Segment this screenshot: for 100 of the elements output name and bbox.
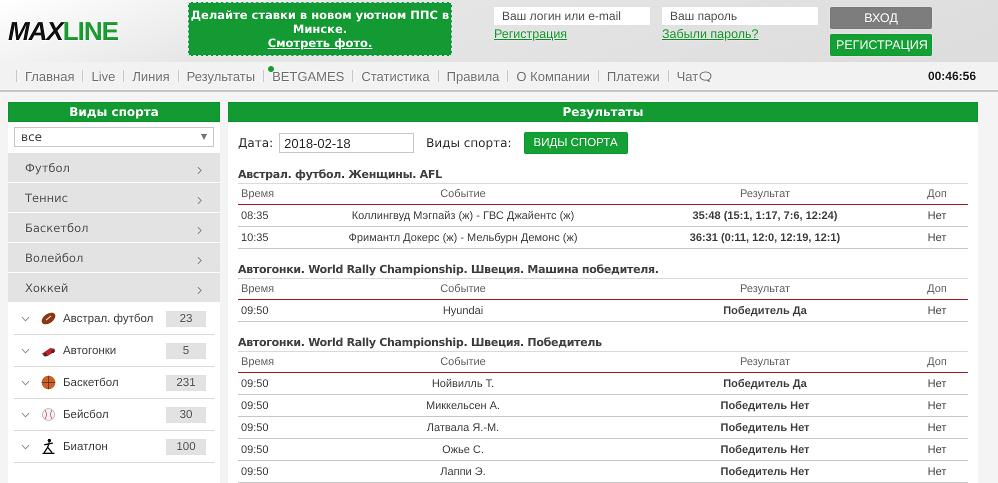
column-header: Результат — [624, 184, 906, 204]
category-item[interactable]: Теннис — [8, 183, 220, 213]
chevron-down-icon — [21, 316, 30, 322]
chevron-right-icon — [197, 166, 202, 175]
table-cell: Нет — [906, 300, 968, 322]
chevron-down-icon — [21, 380, 30, 386]
table-cell: Нет — [906, 204, 968, 226]
nav-link[interactable]: Правила — [446, 68, 500, 84]
table-cell: 09:50 — [238, 416, 302, 438]
date-field[interactable]: 2018-02-18 — [279, 133, 414, 153]
promo-link[interactable]: Смотреть фото. — [189, 36, 451, 50]
table-cell: Нет — [906, 394, 968, 416]
nav-link[interactable]: Результаты — [186, 68, 256, 84]
baseball-icon — [40, 406, 57, 423]
table-cell: Латвала Я.-М. — [302, 416, 624, 438]
table-cell: Hyundai — [302, 300, 624, 322]
chevron-right-icon — [197, 256, 202, 265]
section-title: Автогонки. World Rally Championship. Швеция. Машина победителя. — [238, 263, 968, 279]
table-cell: Фримантл Докерс (ж) - Мельбурн Демонс (ж) — [302, 226, 624, 248]
count-badge: 100 — [166, 438, 206, 454]
sports-button[interactable]: ВИДЫ СПОРТА — [524, 132, 628, 154]
rugby-ball-icon — [40, 310, 57, 327]
table-cell: Победитель Нет — [624, 438, 906, 460]
login-button[interactable]: ВХОД — [830, 6, 932, 28]
promo-text: Делайте ставки в новом уютном ППС в Минске. — [190, 8, 450, 36]
table-cell: Нет — [906, 226, 968, 248]
table-cell: Нет — [906, 372, 968, 394]
table-cell: Победитель Нет — [624, 460, 906, 482]
category-item[interactable]: Волейбол — [8, 243, 220, 273]
clock: 00:46:56 — [928, 69, 976, 83]
table-cell: 09:50 — [238, 460, 302, 482]
column-header: Событие — [302, 352, 624, 372]
table-cell: Нет — [906, 438, 968, 460]
chevron-right-icon — [197, 196, 202, 205]
column-header: Результат — [624, 279, 906, 300]
table-cell: Победитель Нет — [624, 416, 906, 438]
logo[interactable]: MAXLINE — [8, 18, 178, 44]
table-cell: Коллингвуд Мэгпайз (ж) - ГВС Джайентс (ж) — [302, 204, 624, 226]
table-cell: 09:50 — [238, 300, 302, 322]
column-header: Доп — [906, 279, 968, 300]
skier-icon — [40, 438, 57, 455]
count-badge: 30 — [166, 406, 206, 422]
table-cell: Нет — [906, 460, 968, 482]
chevron-right-icon — [197, 286, 202, 295]
column-header: Время — [238, 184, 302, 204]
nav-link[interactable]: Live — [91, 68, 116, 84]
table-cell: 09:50 — [238, 372, 302, 394]
column-header: Результат — [624, 352, 906, 372]
chat-bubble-icon — [699, 70, 712, 82]
chevron-down-icon — [21, 444, 30, 450]
column-header: Доп — [906, 352, 968, 372]
forgot-password-link[interactable]: Забыли пароль? — [662, 26, 818, 40]
table-cell: 36:31 (0:11, 12:0, 12:19, 12:1) — [624, 226, 906, 248]
column-header: Доп — [906, 184, 968, 204]
date-label: Дата: — [238, 136, 274, 150]
table-cell: 08:35 — [238, 204, 302, 226]
category-item[interactable]: Хоккей — [8, 273, 220, 303]
sport-item[interactable]: Автогонки 5 — [14, 335, 214, 367]
login-field[interactable]: Ваш логин или e-mail — [494, 6, 650, 24]
sport-item[interactable]: Бейсбол 30 — [14, 399, 214, 431]
panel-title: Результаты — [228, 102, 978, 122]
sport-item[interactable]: Австрал. футбол 23 — [14, 303, 214, 335]
column-header: Событие — [302, 184, 624, 204]
nav-link[interactable]: Главная — [25, 68, 74, 84]
table-cell: Ожье С. — [302, 438, 624, 460]
chevron-right-icon — [197, 226, 202, 235]
table-cell: Победитель Да — [624, 372, 906, 394]
register-link[interactable]: Регистрация — [494, 26, 650, 40]
sport-item[interactable]: Баскетбол 231 — [14, 367, 214, 399]
count-badge: 5 — [166, 342, 206, 358]
table-cell: Победитель Да — [624, 300, 906, 322]
category-item[interactable]: Баскетбол — [8, 213, 220, 243]
nav-link[interactable]: Чат — [676, 68, 712, 84]
nav-link[interactable]: Платежи — [606, 68, 660, 84]
new-dot-icon — [268, 66, 274, 72]
sport-item[interactable]: Биатлон 100 — [14, 431, 214, 463]
table-cell: 35:48 (15:1, 1:17, 7:6, 12:24) — [624, 204, 906, 226]
nav-link[interactable]: BETGAMES — [272, 68, 344, 84]
table-cell: Победитель Нет — [624, 394, 906, 416]
count-badge: 231 — [166, 374, 206, 390]
nav-link[interactable]: Статистика — [361, 68, 430, 84]
table-cell: 09:50 — [238, 438, 302, 460]
column-header: Время — [238, 352, 302, 372]
nav-link[interactable]: О Компании — [516, 68, 590, 84]
password-field[interactable]: Ваш пароль — [662, 6, 818, 24]
basketball-icon — [40, 374, 57, 391]
sport-filter-dropdown[interactable]: все — [14, 127, 214, 147]
section-title: Австрал. футбол. Женщины. AFL — [238, 168, 968, 184]
table-cell: Нойвилль Т. — [302, 372, 624, 394]
chevron-down-icon — [21, 412, 30, 418]
column-header: Время — [238, 279, 302, 300]
nav-link[interactable]: Линия — [132, 68, 170, 84]
sports-label: Виды спорта: — [426, 136, 512, 150]
table-cell: 09:50 — [238, 394, 302, 416]
table-cell: Нет — [906, 416, 968, 438]
column-header: Событие — [302, 279, 624, 300]
category-item[interactable]: Футбол — [8, 153, 220, 183]
register-button[interactable]: РЕГИСТРАЦИЯ — [830, 34, 932, 56]
chevron-down-icon — [21, 348, 30, 354]
section-title: Автогонки. World Rally Championship. Швеция. Победитель — [238, 336, 968, 352]
